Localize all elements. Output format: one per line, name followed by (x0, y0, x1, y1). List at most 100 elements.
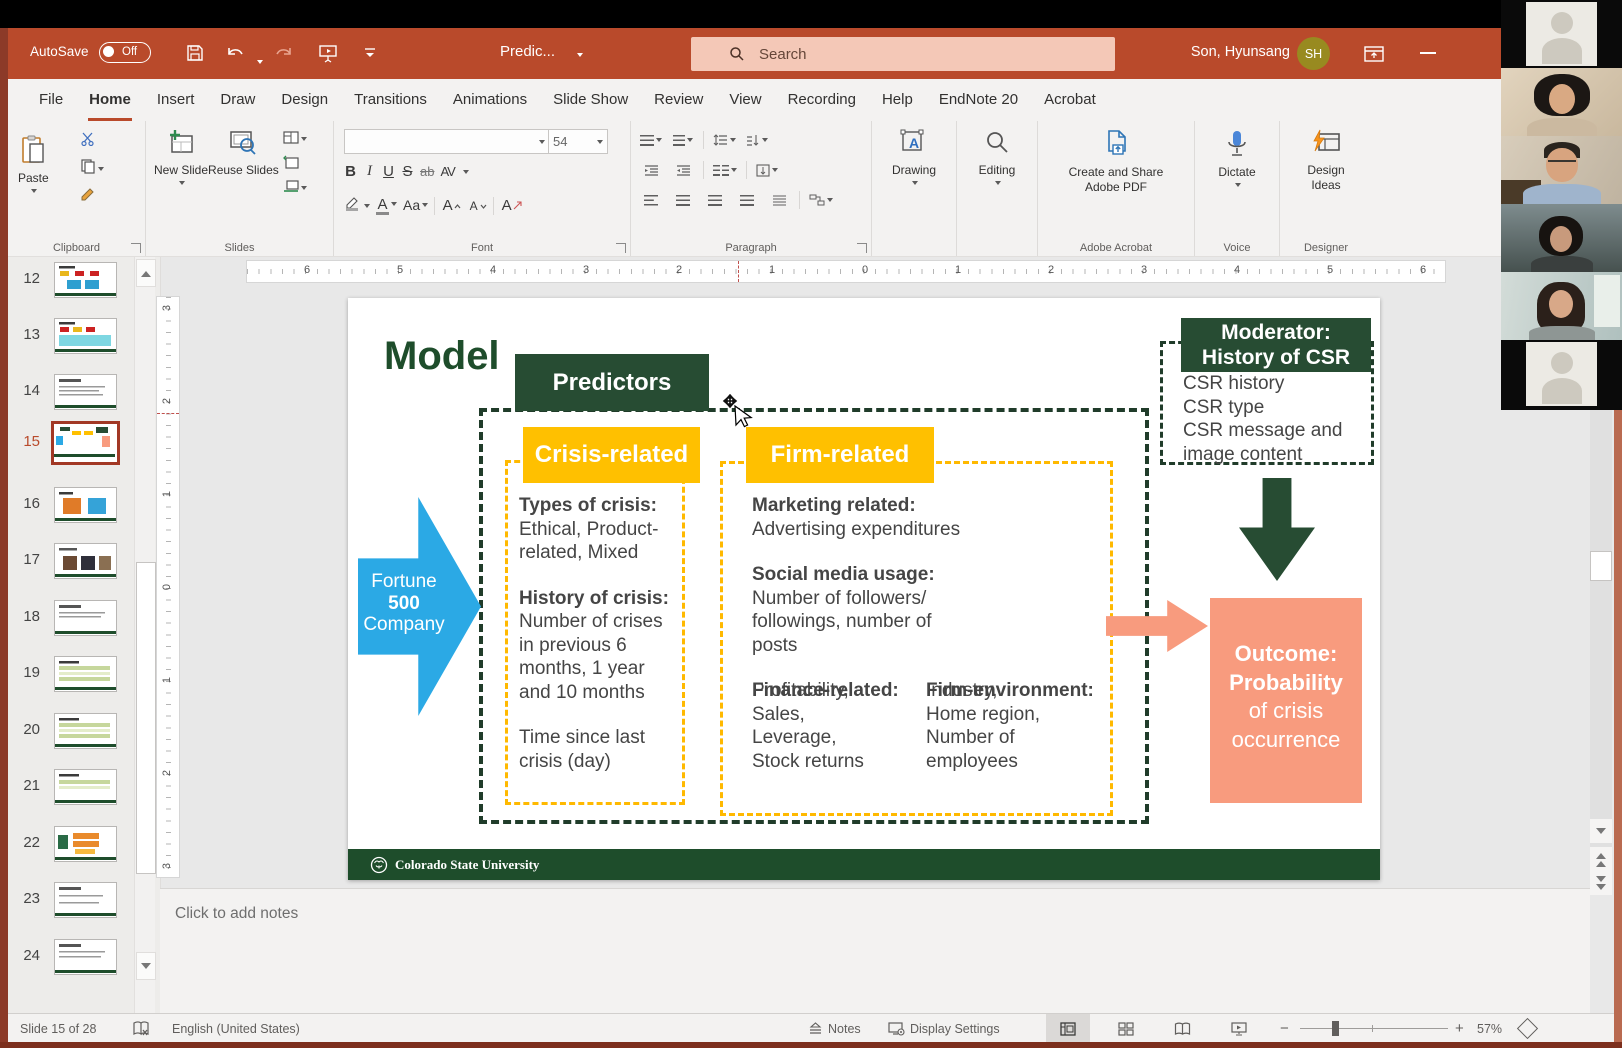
section-icon[interactable] (283, 180, 307, 198)
reset-slide-icon[interactable] (283, 155, 307, 174)
drawing-button[interactable]: A Drawing (892, 121, 936, 229)
sort-icon[interactable] (746, 129, 768, 151)
character-spacing-button[interactable]: AV (440, 164, 454, 179)
increase-indent-icon[interactable] (672, 159, 694, 181)
ribbon-display-options-icon[interactable] (1362, 42, 1386, 66)
editing-button[interactable]: Editing (979, 121, 1016, 229)
increase-font-size-button[interactable]: A (441, 197, 461, 215)
language-status[interactable]: English (United States) (172, 1014, 300, 1043)
dictate-button[interactable]: Dictate (1218, 121, 1255, 229)
tab-home[interactable]: Home (76, 79, 144, 121)
video-participant[interactable] (1501, 68, 1622, 136)
font-name-combobox[interactable] (344, 129, 550, 154)
slide-title[interactable]: Model (384, 334, 500, 379)
moderator-down-arrow[interactable] (1239, 478, 1315, 581)
fortune-500-arrow[interactable]: Fortune 500 Company (358, 497, 481, 716)
italic-button[interactable]: I (363, 163, 376, 180)
numbering-icon[interactable] (672, 129, 694, 151)
line-spacing-icon[interactable] (713, 129, 736, 151)
editor-scrollbar-thumb[interactable] (1590, 551, 1612, 581)
slideshow-view-button[interactable] (1217, 1014, 1261, 1043)
zoom-slider[interactable] (1300, 1014, 1448, 1043)
slide-layout-icon[interactable] (283, 131, 307, 149)
reading-view-button[interactable] (1160, 1014, 1204, 1043)
tab-help[interactable]: Help (869, 79, 926, 121)
crisis-related-box[interactable]: Crisis-related (523, 427, 700, 483)
video-participant[interactable] (1501, 272, 1622, 340)
fit-slide-to-window-button[interactable] (1520, 1014, 1535, 1043)
reuse-slides-button[interactable]: Reuse Slides (208, 121, 279, 229)
design-ideas-button[interactable]: Design Ideas (1293, 121, 1359, 229)
save-button[interactable] (183, 41, 207, 65)
decrease-indent-icon[interactable] (640, 159, 662, 181)
search-box[interactable] (691, 37, 1115, 71)
tab-file[interactable]: File (26, 79, 76, 121)
paste-button[interactable]: Paste (18, 127, 49, 235)
copy-icon[interactable] (80, 158, 104, 179)
document-title[interactable]: Predic... (500, 43, 555, 60)
change-case-button[interactable]: Aa (403, 197, 428, 215)
justify-icon[interactable] (736, 189, 758, 211)
bullets-icon[interactable] (640, 129, 662, 151)
outcome-box[interactable]: Outcome: Probability of crisis occurrenc… (1210, 598, 1362, 803)
scroll-down-icon[interactable] (1590, 819, 1612, 843)
clear-formatting-button[interactable]: A (500, 197, 522, 215)
user-name[interactable]: Son, Hyunsang (1150, 44, 1290, 60)
thumbnail-scroll-down-icon[interactable] (136, 952, 156, 980)
predictors-box[interactable]: Predictors (515, 354, 709, 411)
align-right-icon[interactable] (704, 189, 726, 211)
decrease-font-size-button[interactable]: A (467, 197, 487, 215)
previous-slide-button[interactable] (1590, 847, 1612, 871)
slide-canvas[interactable]: Model Predictors Crisis-related Types of… (348, 298, 1380, 880)
font-dialog-launcher-icon[interactable] (616, 243, 626, 253)
font-color-button[interactable]: A (376, 196, 397, 215)
align-left-icon[interactable] (640, 189, 662, 211)
customize-quick-access-icon[interactable] (358, 41, 382, 65)
zoom-slider-thumb[interactable] (1332, 1021, 1339, 1036)
tab-endnote[interactable]: EndNote 20 (926, 79, 1031, 121)
search-input[interactable] (757, 45, 1061, 64)
text-shadow-button[interactable]: ab (420, 164, 434, 179)
align-center-icon[interactable] (672, 189, 694, 211)
spacing-dropdown-icon[interactable] (463, 170, 469, 177)
tab-review[interactable]: Review (641, 79, 716, 121)
tab-view[interactable]: View (716, 79, 774, 121)
crisis-text-block[interactable]: Types of crisis:Ethical, Product- relate… (519, 494, 679, 795)
create-share-pdf-button[interactable]: Create and Share Adobe PDF (1046, 121, 1186, 229)
thumbnail-scrollbar[interactable] (134, 257, 155, 1013)
tab-insert[interactable]: Insert (144, 79, 208, 121)
firm-text-block[interactable]: Marketing related:Advertising expenditur… (752, 494, 1102, 679)
next-slide-button[interactable] (1590, 871, 1612, 895)
autosave-toggle[interactable]: Off (99, 42, 151, 63)
spell-check-icon[interactable] (132, 1014, 150, 1043)
clipboard-dialog-launcher-icon[interactable] (131, 243, 141, 253)
add-remove-columns-icon[interactable] (713, 159, 737, 181)
notes-toggle[interactable]: Notes (808, 1014, 861, 1043)
redo-button[interactable] (272, 41, 296, 65)
video-participant-placeholder[interactable] (1501, 0, 1622, 68)
thumbnail-scrollbar-thumb[interactable] (136, 562, 156, 874)
tab-design[interactable]: Design (268, 79, 341, 121)
tab-draw[interactable]: Draw (207, 79, 268, 121)
video-participant[interactable] (1501, 136, 1622, 204)
thumbnail-scroll-up-icon[interactable] (136, 259, 156, 287)
video-participant[interactable] (1501, 204, 1622, 272)
strikethrough-button[interactable]: S (401, 163, 414, 180)
underline-button[interactable]: U (382, 163, 395, 180)
avatar[interactable]: SH (1297, 37, 1330, 70)
font-size-combobox[interactable]: 54 (548, 129, 608, 154)
tab-acrobat[interactable]: Acrobat (1031, 79, 1109, 121)
zoom-level[interactable]: 57% (1477, 1014, 1502, 1043)
cut-icon[interactable] (80, 131, 104, 151)
notes-pane[interactable]: Click to add notes (160, 888, 1590, 1014)
slide-number-status[interactable]: Slide 15 of 28 (20, 1014, 96, 1043)
normal-view-button[interactable] (1046, 1014, 1090, 1043)
zoom-out-icon[interactable]: − (1280, 1014, 1289, 1043)
notes-placeholder[interactable]: Click to add notes (175, 905, 298, 923)
video-participant-placeholder[interactable] (1501, 340, 1622, 408)
tab-transitions[interactable]: Transitions (341, 79, 440, 121)
moderator-text-block[interactable]: CSR history CSR type CSR message and ima… (1183, 372, 1383, 466)
undo-dropdown-icon[interactable] (247, 50, 271, 74)
moderator-box[interactable]: Moderator: History of CSR (1181, 318, 1371, 372)
paragraph-dialog-launcher-icon[interactable] (857, 243, 867, 253)
